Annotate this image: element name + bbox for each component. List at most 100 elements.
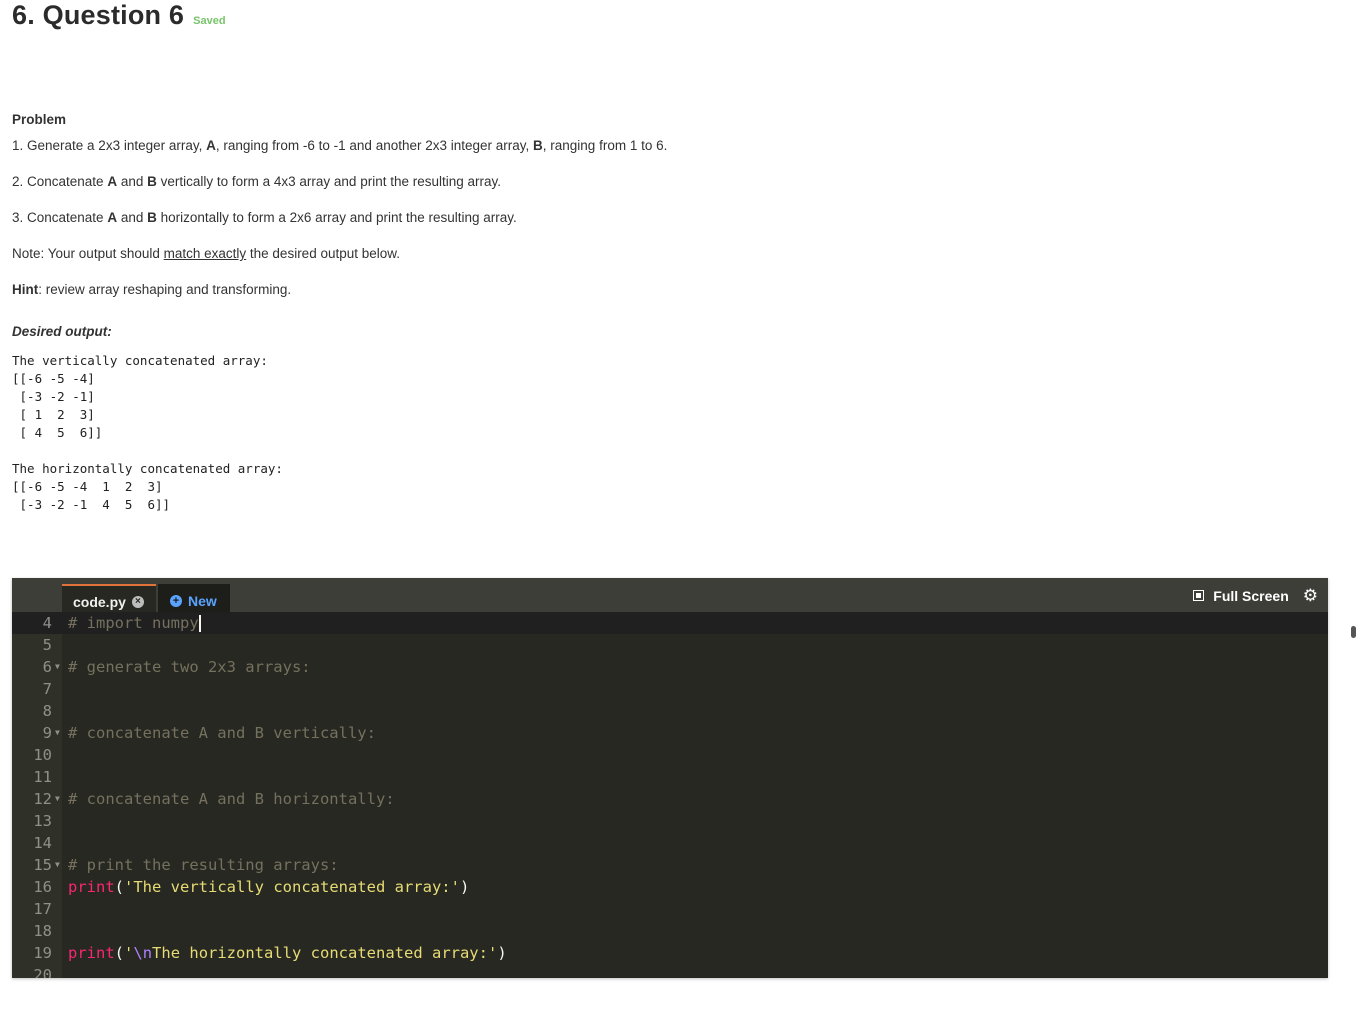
editor-toolbar: Full Screen ⚙: [1193, 587, 1318, 604]
text: and: [117, 210, 148, 225]
code-line[interactable]: 4 # import numpy: [12, 612, 1328, 634]
code-line[interactable]: 14: [12, 832, 1328, 854]
array-a-label: A: [206, 138, 216, 153]
code-line[interactable]: 17: [12, 898, 1328, 920]
problem-note: Note: Your output should match exactly t…: [12, 245, 400, 263]
text: 2. Concatenate: [12, 174, 108, 189]
line-number: 11: [33, 768, 52, 786]
code-area[interactable]: 4 # import numpy 5 6 ▼ # generate two 2x…: [12, 612, 1328, 978]
problem-item-2: 2. Concatenate A and B vertically to for…: [12, 173, 501, 191]
code-editor: code.py × + New Full Screen ⚙ 4 # import…: [12, 578, 1328, 978]
problem-item-3: 3. Concatenate A and B horizontally to f…: [12, 209, 517, 227]
code-line[interactable]: 6 ▼ # generate two 2x3 arrays:: [12, 656, 1328, 678]
fold-arrow-icon[interactable]: ▼: [55, 656, 60, 678]
page: 6. Question 6 Saved Problem 1. Generate …: [0, 0, 1356, 1018]
line-number: 14: [33, 834, 52, 852]
problem-heading: Problem: [12, 112, 67, 127]
close-icon[interactable]: ×: [131, 596, 144, 608]
paren: (: [114, 878, 125, 896]
line-number: 12: [33, 790, 52, 808]
code-line[interactable]: 12 ▼ # concatenate A and B horizontally:: [12, 788, 1328, 810]
paren: (: [114, 944, 125, 962]
text: 3. Concatenate: [12, 210, 108, 225]
code-line[interactable]: 11: [12, 766, 1328, 788]
text: Note: Your output should: [12, 246, 164, 261]
array-a-label: A: [107, 210, 118, 225]
code-line[interactable]: 20: [12, 964, 1328, 978]
line-number: 13: [33, 812, 52, 830]
saved-status: Saved: [193, 15, 226, 27]
code-text: # generate two 2x3 arrays:: [68, 658, 311, 676]
code-line[interactable]: 19 print('\nThe horizontally concatenate…: [12, 942, 1328, 964]
code-text: # concatenate A and B vertically:: [68, 724, 376, 742]
code-line[interactable]: 15 ▼ # print the resulting arrays:: [12, 854, 1328, 876]
line-number: 7: [42, 680, 52, 698]
line-number: 15: [33, 856, 52, 874]
escape-sequence: \n: [133, 944, 153, 962]
code-text: print('\nThe horizontally concatenated a…: [68, 942, 507, 964]
text: and: [117, 174, 148, 189]
problem-item-1: 1. Generate a 2x3 integer array, A, rang…: [12, 137, 667, 155]
problem-description: Problem 1. Generate a 2x3 integer array,…: [12, 111, 1312, 339]
text: horizontally to form a 2x6 array and pri…: [156, 210, 517, 225]
code-text: # import numpy: [68, 612, 201, 634]
line-number: 9: [42, 724, 52, 742]
print-keyword: print: [68, 944, 115, 962]
line-number: 10: [33, 746, 52, 764]
string-literal: ': [124, 944, 134, 962]
code-line[interactable]: 7: [12, 678, 1328, 700]
new-label: New: [188, 593, 217, 609]
desired-output-vertical: The vertically concatenated array: [[-6 …: [12, 353, 268, 440]
desired-output-label: Desired output:: [12, 324, 112, 339]
question-title: 6. Question 6: [12, 0, 185, 30]
plus-icon: +: [170, 595, 182, 607]
line-number: 5: [42, 636, 52, 654]
fullscreen-button[interactable]: Full Screen: [1213, 588, 1288, 604]
line-number: 19: [33, 944, 52, 962]
fold-arrow-icon[interactable]: ▼: [55, 722, 60, 744]
code-text: # print the resulting arrays:: [68, 856, 339, 874]
line-number: 18: [33, 922, 52, 940]
array-b-label: B: [147, 210, 157, 225]
line-number: 20: [33, 966, 52, 978]
question-header: 6. Question 6 Saved: [12, 0, 226, 31]
text: vertically to form a 4x3 array and print…: [156, 174, 502, 189]
desired-output-horizontal: The horizontally concatenated array: [[-…: [12, 461, 283, 512]
fold-arrow-icon[interactable]: ▼: [55, 788, 60, 810]
print-keyword: print: [68, 878, 115, 896]
code-text: # concatenate A and B horizontally:: [68, 790, 395, 808]
fullscreen-icon[interactable]: [1193, 590, 1205, 601]
problem-hint: Hint: review array reshaping and transfo…: [12, 281, 291, 299]
code-line[interactable]: 8: [12, 700, 1328, 722]
line-number: 16: [33, 878, 52, 896]
emphasis-text: match exactly: [163, 246, 247, 261]
code-line[interactable]: 5: [12, 634, 1328, 656]
line-number: 4: [42, 614, 52, 632]
tab-label: code.py: [73, 594, 126, 610]
code-line[interactable]: 9 ▼ # concatenate A and B vertically:: [12, 722, 1328, 744]
text: , ranging from 1 to 6.: [542, 138, 668, 153]
fold-arrow-icon[interactable]: ▼: [55, 854, 60, 876]
array-b-label: B: [533, 138, 543, 153]
text: : review array reshaping and transformin…: [38, 282, 292, 297]
line-number: 8: [42, 702, 52, 720]
paren: ): [459, 878, 470, 896]
text: 1. Generate a 2x3 integer array,: [12, 138, 207, 153]
array-a-label: A: [107, 174, 118, 189]
code-line[interactable]: 10: [12, 744, 1328, 766]
text: the desired output below.: [246, 246, 401, 261]
code-line[interactable]: 18: [12, 920, 1328, 942]
line-number: 6: [42, 658, 52, 676]
string-literal: 'The vertically concatenated array:': [124, 878, 460, 896]
gear-icon[interactable]: ⚙: [1303, 587, 1318, 604]
code-line[interactable]: 16 print('The vertically concatenated ar…: [12, 876, 1328, 898]
text: , ranging from -6 to -1 and another 2x3 …: [215, 138, 534, 153]
paren: ): [497, 944, 507, 962]
text-cursor: [198, 615, 201, 632]
hint-label: Hint: [12, 282, 39, 297]
scrollbar-handle[interactable]: [1351, 626, 1356, 638]
line-number: 17: [33, 900, 52, 918]
code-line[interactable]: 13: [12, 810, 1328, 832]
string-literal: The horizontally concatenated array:': [152, 944, 498, 962]
comment-text: # import numpy: [68, 614, 199, 632]
